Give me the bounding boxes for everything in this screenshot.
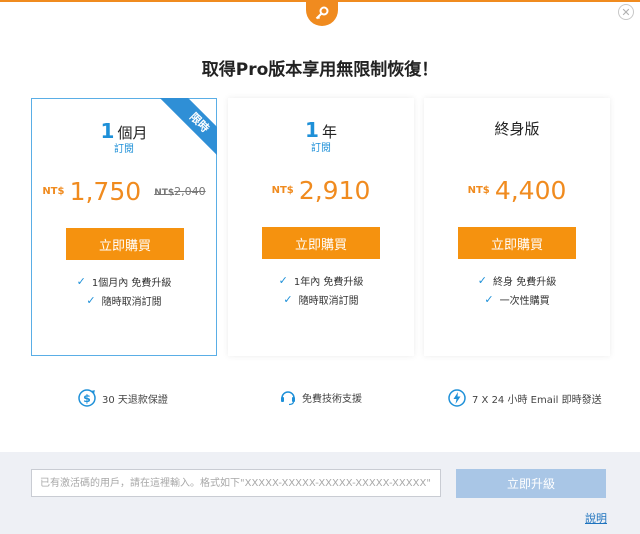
check-icon: ✓ — [283, 293, 293, 306]
perk-refund: $ 30 天退款保證 — [77, 388, 168, 408]
dollar-cycle-icon: $ — [78, 389, 96, 407]
lightning-icon — [448, 389, 466, 407]
feature-text: 終身 免費升級 — [493, 277, 557, 288]
price-row: NT$ 1,750 NT$2,040 — [32, 177, 216, 206]
check-icon: ✓ — [76, 275, 86, 288]
feature-text: 1年內 免費升級 — [293, 277, 364, 288]
price-value: 2,910 — [298, 176, 371, 205]
price-value: 1,750 — [69, 177, 142, 206]
currency-label: NT$ — [467, 185, 490, 196]
upgrade-now-button[interactable]: 立即升級 — [456, 469, 606, 498]
close-button[interactable]: ✕ — [618, 4, 634, 20]
feature-text: 1個月內 免費升級 — [91, 278, 172, 289]
perk-delivery-text: 7 X 24 小時 Email 即時發送 — [472, 394, 602, 406]
license-code-input[interactable] — [31, 469, 441, 497]
plan-card-lifetime[interactable]: 終身版 NT$ 4,400 立即購買 ✓ 終身 免費升級 ✓ 一次性購買 — [424, 98, 610, 356]
page-title: 取得Pro版本享用無限制恢復！ — [201, 60, 439, 80]
plan-card-monthly[interactable]: 限時 1 個月 訂閱 NT$ 1,750 NT$2,040 立即購買 ✓ 1個月內 … — [31, 98, 217, 356]
feature-item: ✓ 1個月內 免費升級 — [32, 272, 216, 291]
plan-title: 終身版 — [424, 118, 610, 139]
key-badge — [306, 0, 338, 26]
plan-subtitle: 訂閱 — [311, 143, 331, 154]
perks-row: $ 30 天退款保證 免費技術支援 7 X 24 小時 Email 即時發送 — [0, 388, 640, 414]
feature-list: ✓ 1個月內 免費升級 ✓ 隨時取消訂閱 — [32, 272, 216, 310]
original-price-value: 2,040 — [174, 185, 206, 198]
buy-now-button[interactable]: 立即購買 — [458, 227, 576, 259]
perk-delivery: 7 X 24 小時 Email 即時發送 — [447, 388, 602, 408]
original-price: NT$2,040 — [154, 185, 205, 198]
feature-text: 隨時取消訂閱 — [298, 296, 359, 307]
feature-item: ✓ 終身 免費升級 — [424, 271, 610, 290]
buy-now-button[interactable]: 立即購買 — [262, 227, 380, 259]
key-icon — [315, 6, 329, 20]
perk-refund-text: 30 天退款保證 — [102, 394, 168, 406]
feature-item: ✓ 隨時取消訂閱 — [32, 291, 216, 310]
check-icon: ✓ — [278, 274, 288, 287]
buy-now-button[interactable]: 立即購買 — [66, 228, 184, 260]
plan-title-text: 終身版 — [494, 120, 540, 138]
currency-label: NT$ — [271, 185, 294, 196]
feature-text: 隨時取消訂閱 — [101, 297, 162, 308]
check-icon: ✓ — [477, 274, 488, 287]
price-row: NT$ 2,910 — [228, 176, 414, 205]
perk-support: 免費技術支援 — [279, 388, 362, 406]
headset-icon — [281, 391, 295, 406]
price-value: 4,400 — [494, 176, 567, 205]
close-icon: ✕ — [621, 5, 631, 19]
feature-text: 一次性購買 — [499, 296, 550, 307]
perk-support-text: 免費技術支援 — [302, 393, 362, 405]
plan-card-yearly[interactable]: 1年 訂閱 NT$ 2,910 立即購買 ✓ 1年內 免費升級 ✓ 隨時取消訂閱 — [228, 98, 414, 356]
currency-label: NT$ — [42, 186, 65, 197]
feature-item: ✓ 一次性購買 — [424, 290, 610, 309]
feature-item: ✓ 1年內 免費升級 — [228, 271, 414, 290]
check-icon: ✓ — [484, 293, 494, 306]
plan-subtitle: 訂閱 — [114, 144, 134, 155]
feature-list: ✓ 1年內 免費升級 ✓ 隨時取消訂閱 — [228, 271, 414, 309]
license-panel: 立即升級 說明 — [0, 452, 640, 534]
original-currency: NT$ — [154, 188, 175, 198]
check-icon: ✓ — [86, 294, 96, 307]
price-row: NT$ 4,400 — [424, 176, 610, 205]
feature-list: ✓ 終身 免費升級 ✓ 一次性購買 — [424, 271, 610, 309]
help-link[interactable]: 說明 — [585, 510, 607, 526]
svg-text:$: $ — [83, 392, 91, 405]
feature-item: ✓ 隨時取消訂閱 — [228, 290, 414, 309]
